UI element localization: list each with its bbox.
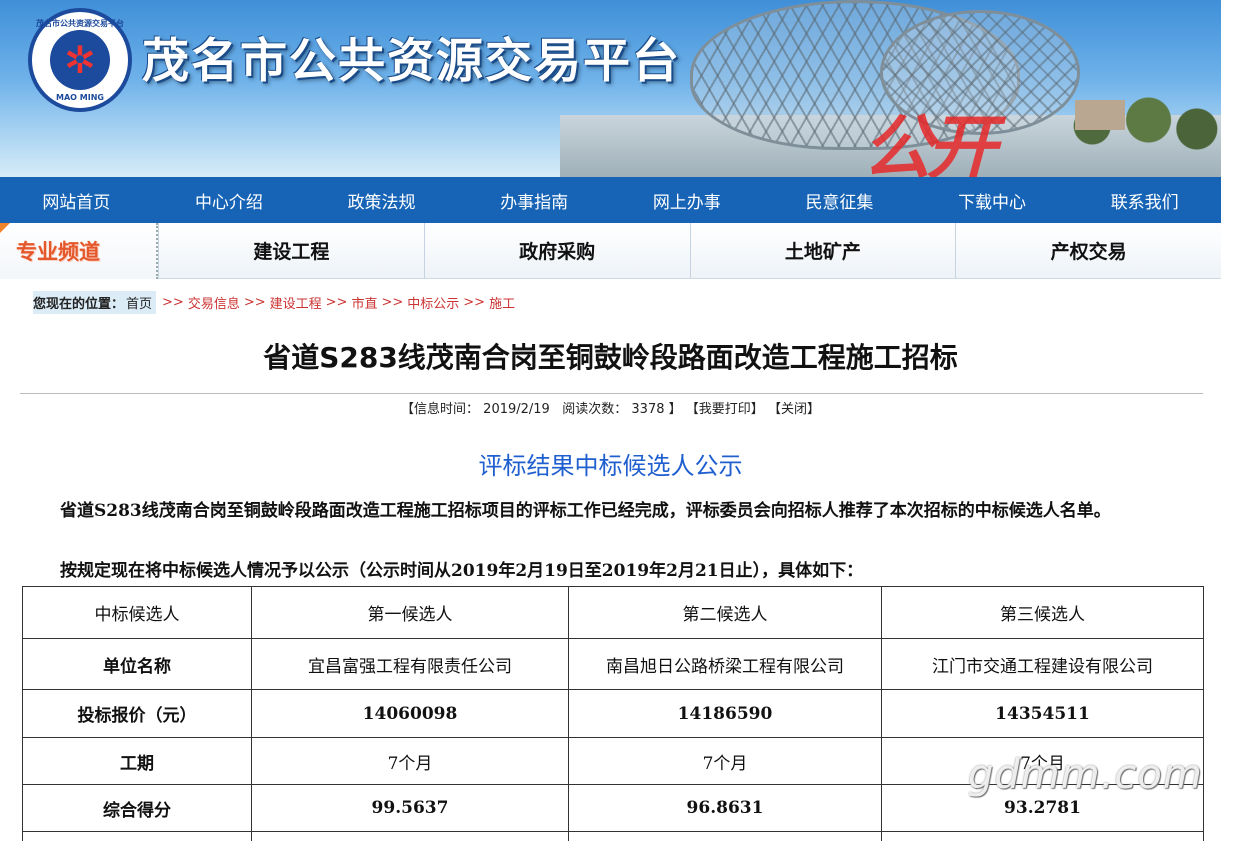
logo-emblem-icon: ✲ xyxy=(50,30,110,90)
banner-overlay-text: 公开 xyxy=(857,106,1008,177)
table-cell: 南昌旭日公路桥梁工程有限公司 xyxy=(568,638,882,690)
table-header-cell: 中标候选人 xyxy=(22,586,252,639)
nav-opinion[interactable]: 民意征集 xyxy=(763,177,916,223)
main-nav: 网站首页 中心介绍 政策法规 办事指南 网上办事 民意征集 下载中心 联系我们 xyxy=(0,177,1221,223)
breadcrumb-home[interactable]: 首页 xyxy=(126,290,157,314)
header-banner: 公开 茂名市公共资源交易平台 ✲ MAO MING 茂名市公共资源交易平台 xyxy=(0,0,1221,177)
reads-value: 3378 xyxy=(631,402,665,417)
row-label: 工期 xyxy=(22,737,252,785)
breadcrumb-item-award-notice[interactable]: 中标公示 xyxy=(407,293,459,312)
site-logo[interactable]: 茂名市公共资源交易平台 ✲ MAO MING xyxy=(28,8,132,112)
table-cell xyxy=(22,831,252,841)
breadcrumb-separator: >> xyxy=(381,294,404,310)
reads-label: 阅读次数： xyxy=(562,402,628,417)
table-row-score: 综合得分 99.5637 96.8631 93.2781 xyxy=(22,784,1204,832)
article-meta: 【信息时间： 2019/2/19 阅读次数： 3378 】 【我要打印】 【关闭… xyxy=(18,398,1203,417)
breadcrumb-separator: >> xyxy=(243,294,266,310)
notice-subtitle: 评标结果中标候选人公示 xyxy=(478,452,743,480)
table-cell: 江门市交通工程建设有限公司 xyxy=(881,638,1204,690)
info-time-value: 2019/2/19 xyxy=(483,402,550,417)
breadcrumb-item-trade-info[interactable]: 交易信息 xyxy=(188,293,240,312)
nav-home[interactable]: 网站首页 xyxy=(0,177,153,223)
nav-online-service[interactable]: 网上办事 xyxy=(611,177,764,223)
article-title: 省道S283线茂南合岗至铜鼓岭段路面改造工程施工招标 xyxy=(263,341,958,374)
breadcrumb-item-works[interactable]: 施工 xyxy=(489,293,515,312)
candidates-table: 中标候选人 第一候选人 第二候选人 第三候选人 单位名称 宜昌富强工程有限责任公… xyxy=(22,586,1204,841)
logo-top-text: 茂名市公共资源交易平台 xyxy=(36,19,124,28)
table-cell xyxy=(881,831,1204,841)
table-cell: 7个月 xyxy=(568,737,882,785)
table-cell: 7个月 xyxy=(251,737,569,785)
tab-construction[interactable]: 建设工程 xyxy=(158,223,424,278)
breadcrumb-prefix: 您现在的位置： xyxy=(33,290,127,314)
table-header-row: 中标候选人 第一候选人 第二候选人 第三候选人 xyxy=(22,586,1204,639)
tab-property-rights[interactable]: 产权交易 xyxy=(955,223,1221,278)
table-header-cell: 第三候选人 xyxy=(881,586,1204,639)
nav-downloads[interactable]: 下载中心 xyxy=(916,177,1069,223)
table-cell: 93.2781 xyxy=(881,784,1204,832)
table-cell: 14354511 xyxy=(881,689,1204,738)
channel-label-text: 专业频道 xyxy=(16,240,100,264)
breadcrumb-separator: >> xyxy=(463,294,486,310)
tab-land-mineral[interactable]: 土地矿产 xyxy=(689,223,956,278)
nav-center-intro[interactable]: 中心介绍 xyxy=(153,177,306,223)
row-label: 投标报价（元） xyxy=(22,689,252,738)
logo-bottom-text: MAO MING xyxy=(56,93,104,102)
table-header-cell: 第一候选人 xyxy=(251,586,569,639)
channel-bar: 专业频道 建设工程 政府采购 土地矿产 产权交易 xyxy=(0,223,1221,279)
table-row-partial xyxy=(22,831,1204,841)
table-cell: 7个月 xyxy=(881,737,1204,785)
reads-close: 】 xyxy=(668,402,682,417)
title-divider xyxy=(20,393,1203,394)
info-time-label: 【信息时间： xyxy=(401,402,480,417)
table-cell: 14186590 xyxy=(568,689,882,738)
breadcrumb: 您现在的位置： 首页 >> 交易信息 >> 建设工程 >> 市直 >> 中标公示… xyxy=(33,290,515,314)
breadcrumb-item-city[interactable]: 市直 xyxy=(351,293,377,312)
banner-building xyxy=(1075,100,1125,130)
table-row-company: 单位名称 宜昌富强工程有限责任公司 南昌旭日公路桥梁工程有限公司 江门市交通工程… xyxy=(22,638,1204,690)
intro-paragraph: 省道S283线茂南合岗至铜鼓岭段路面改造工程施工招标项目的评标工作已经完成，评标… xyxy=(60,501,1111,521)
breadcrumb-separator: >> xyxy=(325,294,348,310)
print-link[interactable]: 【我要打印】 xyxy=(686,402,764,417)
close-link[interactable]: 【关闭】 xyxy=(768,402,820,417)
corner-ribbon-icon xyxy=(0,223,10,233)
channel-tabs: 建设工程 政府采购 土地矿产 产权交易 xyxy=(158,223,1221,278)
nav-guide[interactable]: 办事指南 xyxy=(458,177,611,223)
table-cell: 99.5637 xyxy=(251,784,569,832)
table-cell: 14060098 xyxy=(251,689,569,738)
breadcrumb-separator: >> xyxy=(162,294,184,310)
row-label: 综合得分 xyxy=(22,784,252,832)
table-cell xyxy=(568,831,882,841)
nav-contact[interactable]: 联系我们 xyxy=(1068,177,1221,223)
table-cell: 96.8631 xyxy=(568,784,882,832)
table-cell: 宜昌富强工程有限责任公司 xyxy=(251,638,569,690)
table-header-cell: 第二候选人 xyxy=(568,586,882,639)
site-title: 茂名市公共资源交易平台 xyxy=(142,34,681,89)
channel-label: 专业频道 xyxy=(0,223,158,279)
table-row-duration: 工期 7个月 7个月 7个月 xyxy=(22,737,1204,785)
row-label: 单位名称 xyxy=(22,638,252,690)
table-cell xyxy=(251,831,569,841)
table-row-bid-price: 投标报价（元） 14060098 14186590 14354511 xyxy=(22,689,1204,738)
tab-gov-procurement[interactable]: 政府采购 xyxy=(423,223,690,278)
nav-policies[interactable]: 政策法规 xyxy=(305,177,458,223)
breadcrumb-item-construction[interactable]: 建设工程 xyxy=(270,293,322,312)
notice-paragraph: 按规定现在将中标候选人情况予以公示（公示时间从2019年2月19日至2019年2… xyxy=(60,561,864,581)
